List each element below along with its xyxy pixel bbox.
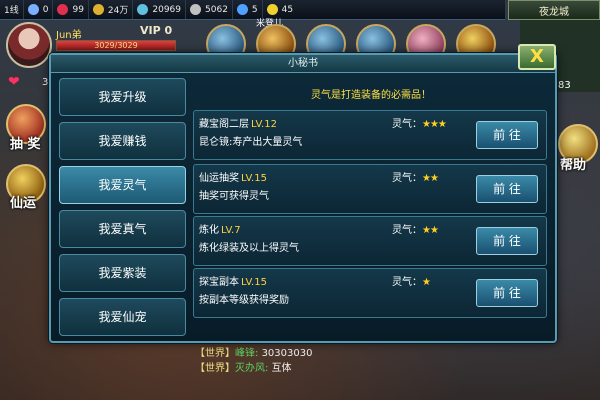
entry-level: LV.7 (221, 225, 241, 236)
tab-pet[interactable]: 我爱仙宠 (59, 298, 186, 336)
minimap-value: 83 (558, 80, 571, 91)
fortune-label: 仙运 (10, 196, 37, 211)
map-name[interactable]: 夜龙城 (508, 0, 600, 20)
list-item: 藏宝阁二层 LV.12 昆仑镜:寿产出大量灵气 灵气：★★★ 前 往 (193, 110, 547, 160)
spirit-label: 灵气： (392, 119, 422, 130)
vip-level[interactable]: VIP 0 (140, 24, 172, 37)
honor-resource: 5062 (186, 0, 233, 19)
dialog-subtitle: 灵气是打造装备的必需品！ (311, 90, 431, 101)
entry-level: LV.12 (251, 119, 277, 130)
help-label: 帮助 (560, 158, 587, 173)
silver-resource: 20969 (133, 0, 187, 19)
hp-text: 3029/3029 (94, 41, 138, 50)
channel-indicator[interactable]: 1线 (0, 0, 24, 19)
star-rating: ★★★ (422, 119, 447, 130)
dialog-title: 小秘书 (51, 55, 555, 73)
diamond-resource: 0 (24, 0, 54, 19)
star-rating: ★★ (422, 225, 439, 236)
tab-earn-money[interactable]: 我爱赚钱 (59, 122, 186, 160)
heart-icon: ❤ (8, 74, 20, 90)
tab-purple-gear[interactable]: 我爱紫装 (59, 254, 186, 292)
entry-level: LV.15 (241, 173, 267, 184)
gold-resource: 24万 (89, 0, 134, 19)
entry-description: 抽奖可获得灵气 (199, 191, 269, 202)
heart-icon (266, 4, 278, 15)
list-item: 炼化 LV.7 炼化绿装及以上得灵气 灵气：★★ 前 往 (193, 216, 547, 266)
close-button[interactable]: X (518, 44, 556, 70)
gold-coin-icon (92, 4, 104, 15)
go-button[interactable]: 前 往 (476, 227, 538, 255)
spirit-label: 灵气： (392, 225, 422, 236)
entry-level: LV.15 (241, 277, 267, 288)
lottery-label: 抽 奖 (10, 137, 41, 152)
tab-true-qi[interactable]: 我爱真气 (59, 210, 186, 248)
entry-description: 炼化绿装及以上得灵气 (199, 243, 299, 254)
tab-level-up[interactable]: 我爱升级 (59, 78, 186, 116)
star-rating: ★★ (422, 173, 439, 184)
diamond-icon (27, 4, 39, 15)
go-button[interactable]: 前 往 (476, 279, 538, 307)
star-rating: ★ (422, 277, 431, 288)
entry-description: 昆仑镜:寿产出大量灵气 (199, 137, 303, 148)
entry-description: 按副本等级获得奖励 (199, 295, 289, 306)
entry-name: 探宝副本 (199, 277, 239, 288)
gem-icon (236, 4, 248, 15)
ruby-icon (57, 4, 69, 15)
chat-line: 【世界】灭办风: 互体 (195, 363, 292, 374)
go-button[interactable]: 前 往 (476, 175, 538, 203)
entry-name: 炼化 (199, 225, 219, 236)
ruby-resource: 99 (53, 0, 89, 19)
spirit-label: 灵气： (392, 173, 422, 184)
silver-icon (137, 4, 149, 15)
player-name: Jun弟 (56, 30, 82, 41)
player-avatar[interactable] (6, 22, 52, 68)
entry-name: 藏宝阁二层 (199, 119, 249, 130)
hp-bar: 3029/3029 (56, 40, 176, 51)
entry-name: 仙运抽奖 (199, 173, 239, 184)
resource-bar: 1线 0 99 24万 20969 5062 5 45 (0, 0, 505, 20)
spirit-label: 灵气： (392, 277, 422, 288)
chat-line: 【世界】峰锋: 30303030 (195, 348, 313, 359)
list-item: 仙运抽奖 LV.15 抽奖可获得灵气 灵气：★★ 前 往 (193, 164, 547, 214)
honor-icon (190, 4, 202, 15)
go-button[interactable]: 前 往 (476, 121, 538, 149)
side-value: 3 (42, 77, 49, 88)
tab-spirit[interactable]: 我爱灵气 (59, 166, 186, 204)
chat-log: 【世界】峰锋: 30303030 【世界】灭办风: 互体 (195, 346, 312, 376)
list-item: 探宝副本 LV.15 按副本等级获得奖励 灵气：★ 前 往 (193, 268, 547, 318)
